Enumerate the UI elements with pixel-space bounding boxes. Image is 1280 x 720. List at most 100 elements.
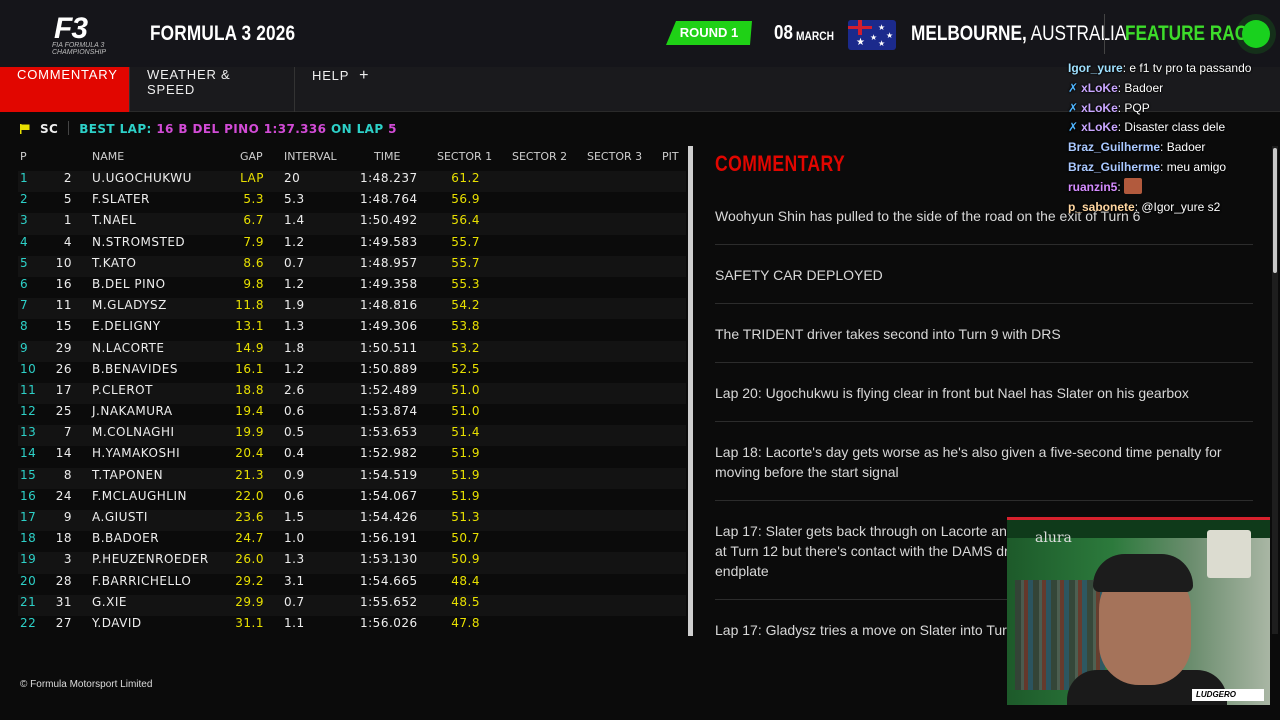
chat-username[interactable]: Igor_yure (1068, 61, 1123, 75)
lap-time-cell: 1:52.489 (360, 382, 418, 397)
table-row[interactable]: 15 8 T.TAPONEN 21.3 0.9 1:54.519 51.9 (18, 467, 686, 489)
table-row[interactable]: 6 16 B.DEL PINO 9.8 1.2 1:49.358 55.3 (18, 277, 686, 298)
interval-cell: 0.7 (284, 594, 305, 609)
col-name[interactable]: NAME (92, 150, 124, 163)
chat-username[interactable]: p_sabonete (1068, 200, 1135, 214)
interval-cell: 2.6 (284, 382, 305, 397)
car-number-cell: 28 (55, 573, 72, 588)
driver-name-cell: T.TAPONEN (92, 467, 164, 482)
gap-cell: 29.2 (235, 573, 264, 588)
col-sector-1[interactable]: SECTOR 1 (437, 150, 492, 163)
position-cell: 6 (20, 276, 29, 291)
position-cell: 18 (20, 531, 37, 546)
interval-cell: 1.1 (284, 615, 305, 630)
commentary-item: SAFETY CAR DEPLOYED (715, 255, 1253, 304)
position-cell: 11 (20, 382, 37, 397)
sector-1-cell: 54.2 (451, 298, 480, 313)
tab-commentary[interactable]: COMMENTARY (0, 67, 130, 112)
chat-message: p_sabonete: @Igor_yure s2 (1068, 198, 1280, 218)
mod-tool-icon: ✗ (1068, 80, 1079, 95)
commentary-item: Lap 18: Lacorte's day gets worse as he's… (715, 432, 1253, 501)
chat-username[interactable]: xLoKe (1081, 120, 1118, 134)
chat-username[interactable]: Braz_Guilherme (1068, 160, 1160, 174)
table-row[interactable]: 10 26 B.BENAVIDES 16.1 1.2 1:50.889 52.5 (18, 362, 686, 383)
tab-label: HELP (312, 68, 350, 83)
gap-cell: 19.9 (235, 425, 264, 440)
table-row[interactable]: 9 29 N.LACORTE 14.9 1.8 1:50.511 53.2 (18, 340, 686, 362)
col-gap[interactable]: GAP (240, 150, 263, 163)
table-row[interactable]: 19 3 P.HEUZENROEDER 26.0 1.3 1:53.130 50.9 (18, 552, 686, 574)
table-row[interactable]: 22 27 Y.DAVID 31.1 1.1 1:56.026 47.8 (18, 616, 686, 637)
driver-name-cell: M.COLNAGHI (92, 425, 175, 440)
car-number-cell: 26 (55, 361, 72, 376)
interval-cell: 3.1 (284, 573, 305, 588)
session-name: FEATURE RACE (1125, 22, 1259, 45)
lap-time-cell: 1:48.816 (360, 298, 418, 313)
table-scrollbar[interactable] (688, 146, 693, 636)
lap-time-cell: 1:50.511 (360, 340, 418, 355)
gap-cell: 20.4 (235, 446, 264, 461)
position-cell: 8 (20, 319, 29, 334)
table-row[interactable]: 17 9 A.GIUSTI 23.6 1.5 1:54.426 51.3 (18, 510, 686, 532)
table-row[interactable]: 18 18 B.BADOER 24.7 1.0 1:56.191 50.7 (18, 531, 686, 552)
driver-name-cell: A.GIUSTI (92, 510, 148, 524)
table-row[interactable]: 1 2 U.UGOCHUKWU LAP 20 1:48.237 61.2 (18, 171, 686, 193)
f3-logo[interactable]: F3 FIA FORMULA 3 CHAMPIONSHIP (50, 12, 132, 56)
sector-1-cell: 51.9 (451, 446, 480, 461)
col-sector-3[interactable]: SECTOR 3 (587, 150, 642, 163)
table-row[interactable]: 2 5 F.SLATER 5.3 5.3 1:48.764 56.9 (18, 192, 686, 213)
table-row[interactable]: 3 1 T.NAEL 6.7 1.4 1:50.492 56.4 (18, 213, 686, 235)
chat-message: ruanzin5: (1068, 177, 1280, 198)
webcam-brand-text: alura (1035, 530, 1072, 546)
chat-username[interactable]: xLoKe (1081, 81, 1118, 95)
top-header: F3 FIA FORMULA 3 CHAMPIONSHIP FORMULA 3 … (0, 0, 1280, 67)
table-row[interactable]: 12 25 J.NAKAMURA 19.4 0.6 1:53.874 51.0 (18, 404, 686, 425)
driver-name-cell: N.STROMSTED (92, 234, 186, 249)
tab-weather-speed[interactable]: WEATHER & SPEED (130, 67, 295, 112)
mod-tool-icon: ✗ (1068, 120, 1079, 135)
interval-cell: 1.0 (284, 531, 305, 546)
col-interval[interactable]: INTERVAL (284, 150, 337, 163)
car-number-cell: 18 (55, 531, 72, 546)
table-row[interactable]: 5 10 T.KATO 8.6 0.7 1:48.957 55.7 (18, 255, 686, 277)
table-row[interactable]: 16 24 F.MCLAUGHLIN 22.0 0.6 1:54.067 51.9 (18, 489, 686, 510)
gap-cell: 22.0 (235, 488, 264, 503)
table-header: P NAME GAP INTERVAL TIME SECTOR 1 SECTOR… (18, 150, 686, 171)
table-row[interactable]: 7 11 M.GLADYSZ 11.8 1.9 1:48.816 54.2 (18, 298, 686, 320)
chat-username[interactable]: ruanzin5 (1068, 180, 1117, 194)
driver-name-cell: G.XIE (92, 594, 127, 609)
scrollbar-thumb[interactable] (688, 146, 693, 636)
chat-username[interactable]: Braz_Guilherme (1068, 140, 1160, 154)
table-row[interactable]: 8 15 E.DELIGNY 13.1 1.3 1:49.306 53.8 (18, 319, 686, 340)
table-row[interactable]: 14 14 H.YAMAKOSHI 20.4 0.4 1:52.982 51.9 (18, 446, 686, 467)
table-row[interactable]: 13 7 M.COLNAGHI 19.9 0.5 1:53.653 51.4 (18, 425, 686, 447)
gap-cell: 18.8 (235, 382, 264, 397)
gap-cell: 26.0 (235, 552, 264, 567)
table-row[interactable]: 11 17 P.CLEROT 18.8 2.6 1:52.489 51.0 (18, 382, 686, 405)
gap-cell: 29.9 (235, 594, 264, 609)
table-row[interactable]: 20 28 F.BARRICHELLO 29.2 3.1 1:54.665 48.4 (18, 574, 686, 595)
chat-message: ✗ xLoKe: Badoer (1068, 79, 1280, 99)
col-sector-2[interactable]: SECTOR 2 (512, 150, 567, 163)
col-position[interactable]: P (20, 150, 27, 163)
commentary-item: The TRIDENT driver takes second into Tur… (715, 314, 1253, 363)
sector-1-cell: 47.8 (451, 615, 480, 630)
table-row[interactable]: 21 31 G.XIE 29.9 0.7 1:55.652 48.5 (18, 594, 686, 616)
car-number-cell: 5 (63, 192, 72, 207)
commentary-scrollbar[interactable] (1272, 146, 1278, 634)
round-badge: ROUND 1 (666, 21, 752, 45)
car-number-cell: 9 (63, 510, 72, 524)
col-pit[interactable]: PIT (662, 150, 679, 163)
col-time[interactable]: TIME (374, 150, 400, 163)
sector-1-cell: 51.0 (451, 404, 480, 419)
position-cell: 4 (20, 234, 29, 249)
car-number-cell: 7 (63, 425, 72, 440)
position-cell: 5 (20, 255, 29, 270)
chat-text: e f1 tv pro ta passando (1126, 61, 1252, 75)
tab-help[interactable]: HELP + (295, 67, 385, 112)
table-row[interactable]: 4 4 N.STROMSTED 7.9 1.2 1:49.583 55.7 (18, 235, 686, 256)
driver-name-cell: H.YAMAKOSHI (92, 446, 181, 461)
driver-name-cell: B.BADOER (92, 531, 160, 546)
chat-username[interactable]: xLoKe (1081, 101, 1118, 115)
driver-name-cell: F.SLATER (92, 192, 150, 207)
